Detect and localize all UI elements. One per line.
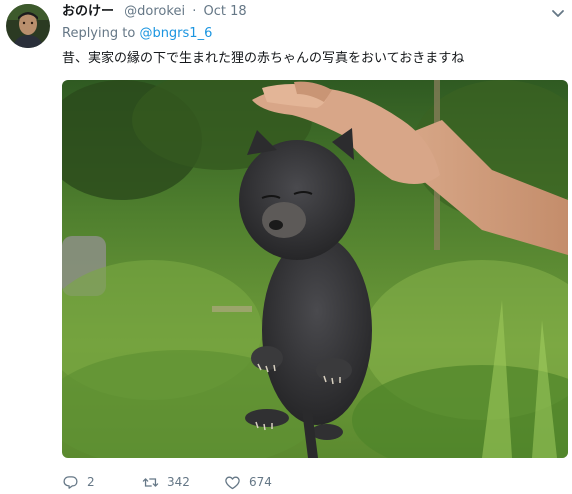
separator-dot: ·	[192, 4, 197, 19]
chevron-down-icon[interactable]	[550, 6, 566, 20]
tweet-actions: 2 342 674	[62, 472, 542, 492]
reply-count: 2	[87, 475, 95, 489]
user-handle[interactable]: @dorokei	[124, 4, 185, 19]
like-count: 674	[249, 475, 272, 489]
reply-button[interactable]: 2	[62, 472, 95, 492]
tweet-text: 昔、実家の縁の下で生まれた狸の赤ちゃんの写真をおいておきますね	[62, 51, 465, 66]
tweet-photo[interactable]	[62, 80, 568, 458]
display-name[interactable]: おのけー	[62, 4, 114, 19]
replying-to: Replying to @bngrs1_6	[62, 25, 212, 43]
like-button[interactable]: 674	[224, 472, 272, 492]
replying-to-label: Replying to	[62, 26, 136, 41]
retweet-button[interactable]: 342	[142, 472, 190, 492]
retweet-icon	[142, 477, 159, 487]
raccoon-dog-cub-photo	[62, 80, 568, 458]
retweet-count: 342	[167, 475, 190, 489]
heart-icon	[225, 476, 240, 489]
avatar-image	[6, 4, 50, 48]
tweet-header: おのけー @dorokei · Oct 18	[62, 3, 247, 21]
reply-icon	[63, 475, 78, 489]
avatar[interactable]	[6, 4, 50, 48]
reply-mention-link[interactable]: @bngrs1_6	[139, 26, 212, 41]
tweet-date[interactable]: Oct 18	[203, 4, 246, 19]
